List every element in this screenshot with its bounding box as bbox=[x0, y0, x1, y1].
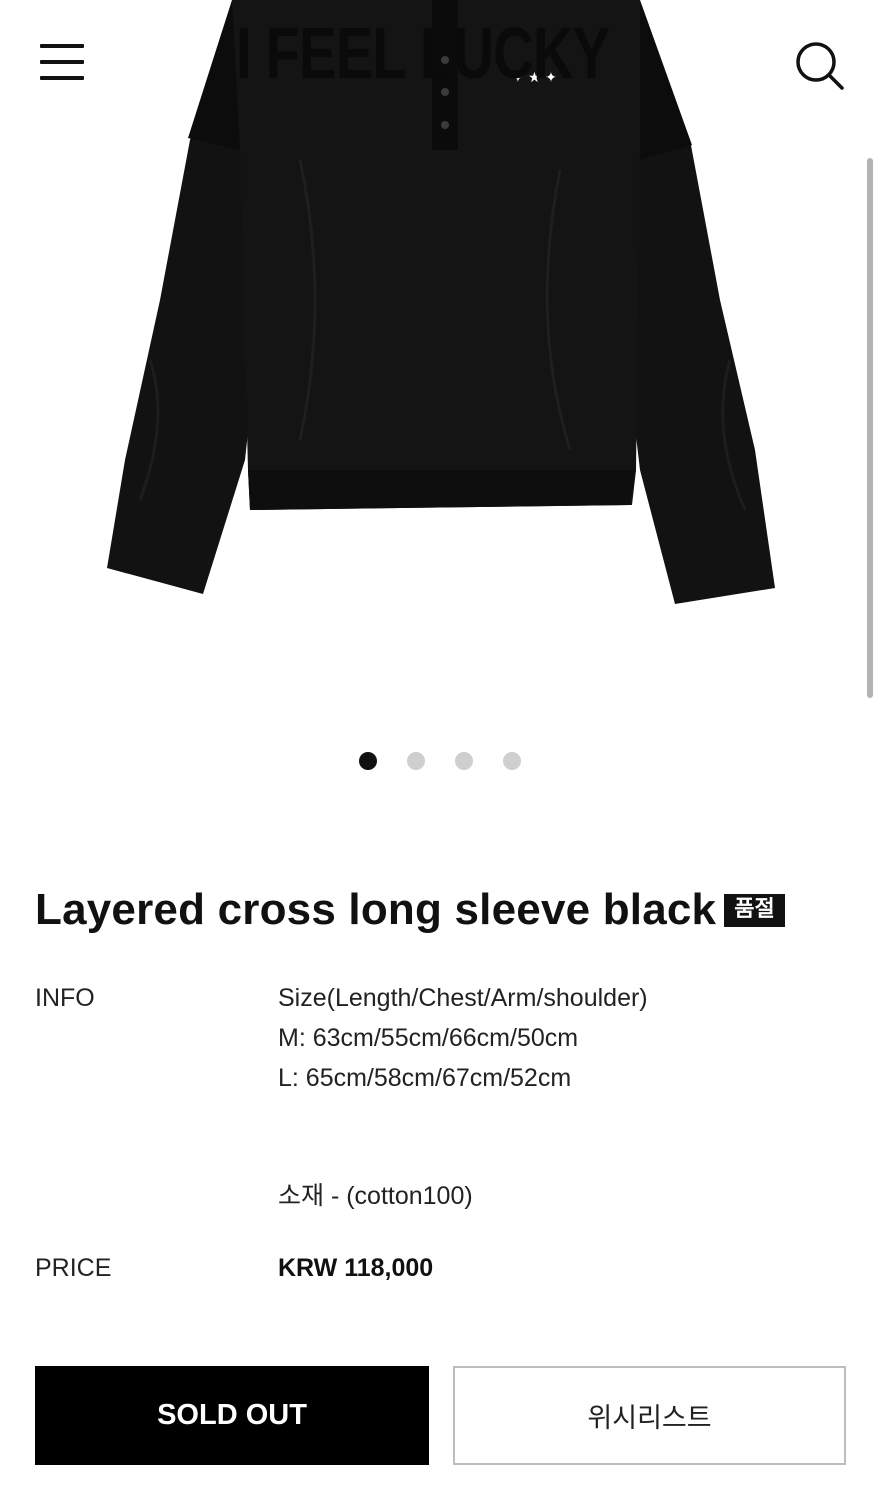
size-info: Size(Length/Chest/Arm/shoulder) M: 63cm/… bbox=[278, 978, 648, 1098]
hamburger-menu-icon[interactable] bbox=[38, 40, 86, 84]
product-title: Layered cross long sleeve black bbox=[35, 885, 717, 934]
size-info-header: Size(Length/Chest/Arm/shoulder) bbox=[278, 984, 648, 1012]
sold-out-button[interactable]: SOLD OUT bbox=[35, 1366, 429, 1465]
carousel-dot-3[interactable] bbox=[455, 752, 473, 770]
carousel-dots bbox=[0, 752, 881, 772]
product-title-row: Layered cross long sleeve black 품절 bbox=[35, 880, 785, 940]
price-value: KRW 118,000 bbox=[278, 1254, 434, 1282]
product-image[interactable]: ✦ ★ ✦ I FEEL LUCKY bbox=[0, 0, 881, 730]
carousel-dot-2[interactable] bbox=[407, 752, 425, 770]
info-label: INFO bbox=[35, 984, 95, 1012]
shirt-illustration: ✦ ★ ✦ bbox=[107, 0, 775, 604]
search-icon[interactable] bbox=[792, 38, 846, 92]
size-info-l: L: 65cm/58cm/67cm/52cm bbox=[278, 1064, 572, 1092]
carousel-dot-4[interactable] bbox=[503, 752, 521, 770]
price-label: PRICE bbox=[35, 1254, 112, 1282]
size-info-m: M: 63cm/55cm/66cm/50cm bbox=[278, 1024, 579, 1052]
wishlist-button[interactable]: 위시리스트 bbox=[453, 1366, 846, 1465]
scrollbar[interactable] bbox=[867, 158, 873, 698]
brand-logo[interactable]: I FEEL LUCKY bbox=[236, 14, 610, 94]
sold-out-badge: 품절 bbox=[724, 893, 785, 927]
material-info: 소재 - (cotton100) bbox=[278, 1182, 473, 1210]
carousel-dot-1[interactable] bbox=[359, 752, 377, 770]
